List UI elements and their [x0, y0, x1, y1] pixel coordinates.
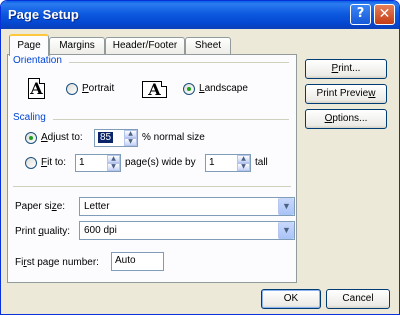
adjust-suffix: % normal size [142, 132, 205, 143]
fit-wide-spinner[interactable]: ▲ ▼ [107, 155, 120, 171]
fit-wide-suffix: page(s) wide by [125, 157, 196, 168]
portrait-radio[interactable] [66, 83, 78, 95]
help-icon[interactable]: ? [350, 4, 371, 25]
landscape-page-icon: A [142, 81, 167, 98]
fit-to-radio[interactable] [25, 157, 37, 169]
print-quality-label: Print quality: [15, 226, 71, 237]
tab-margins[interactable]: Margins [49, 37, 105, 55]
tab-header-footer[interactable]: Header/Footer [105, 37, 185, 55]
first-page-number-label: First page number: [15, 257, 99, 268]
ok-button[interactable]: OK [261, 289, 321, 309]
fit-tall-spinner[interactable]: ▲ ▼ [237, 155, 250, 171]
chevron-down-icon[interactable]: ▼ [278, 222, 294, 239]
first-page-number-input[interactable]: Auto [111, 252, 164, 271]
dialog-title: Page Setup [8, 7, 79, 22]
print-quality-select[interactable]: 600 dpi ▼ [79, 221, 295, 240]
fit-tall-suffix: tall [255, 157, 268, 168]
spin-down-icon[interactable]: ▼ [124, 138, 137, 146]
portrait-label[interactable]: Portrait [82, 83, 114, 94]
paper-size-select[interactable]: Letter ▼ [79, 197, 295, 216]
spin-up-icon[interactable]: ▲ [237, 155, 250, 163]
scaling-group-label: Scaling [13, 112, 49, 123]
title-bar[interactable]: Page Setup ? ✕ [1, 1, 399, 29]
adjust-percent-spinner[interactable]: ▲ ▼ [124, 130, 137, 146]
orientation-group-label: Orientation [13, 55, 65, 66]
landscape-radio[interactable] [183, 83, 195, 95]
page-setup-dialog: Page Setup ? ✕ Page Margins Header/Foote… [0, 0, 400, 315]
portrait-page-icon: A [28, 78, 45, 99]
chevron-down-icon[interactable]: ▼ [278, 198, 294, 215]
paper-size-value: Letter [84, 201, 110, 212]
print-quality-value: 600 dpi [84, 225, 117, 236]
close-icon[interactable]: ✕ [374, 4, 395, 25]
options-button[interactable]: Options... [305, 109, 387, 129]
orientation-divider [69, 62, 289, 63]
fit-to-label[interactable]: Fit to: [41, 157, 66, 168]
scaling-divider [53, 119, 289, 120]
spin-down-icon[interactable]: ▼ [107, 163, 120, 171]
print-button[interactable]: Print... [305, 59, 387, 79]
tab-page[interactable]: Page [9, 34, 49, 56]
paper-size-label: Paper size: [15, 201, 66, 212]
spin-up-icon[interactable]: ▲ [124, 130, 137, 138]
print-preview-button[interactable]: Print Preview [305, 84, 387, 104]
scaling-bottom-divider [13, 186, 291, 187]
adjust-to-label[interactable]: Adjust to: [41, 132, 83, 143]
landscape-label[interactable]: Landscape [199, 83, 248, 94]
tab-sheet[interactable]: Sheet [185, 37, 231, 55]
spin-up-icon[interactable]: ▲ [107, 155, 120, 163]
adjust-to-radio[interactable] [25, 132, 37, 144]
spin-down-icon[interactable]: ▼ [237, 163, 250, 171]
cancel-button[interactable]: Cancel [326, 289, 390, 309]
